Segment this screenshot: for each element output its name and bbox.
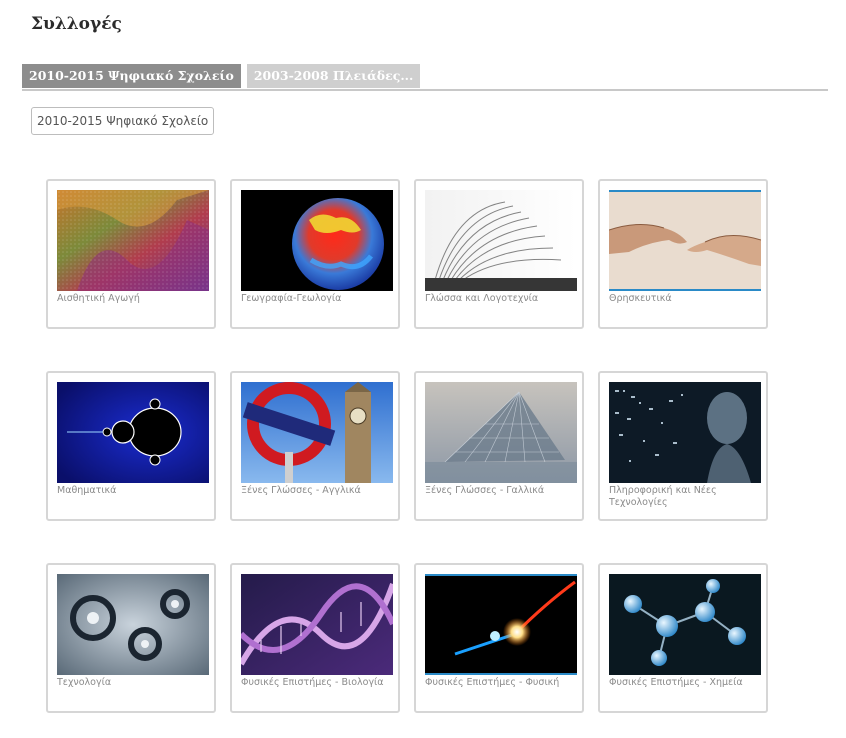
collection-card-technology[interactable]: Τεχνολογία: [46, 563, 216, 713]
collection-filter-button[interactable]: 2010-2015 Ψηφιακό Σχολείο: [31, 107, 215, 135]
collection-card-chemistry[interactable]: Φυσικές Επιστήμες - Χημεία: [598, 563, 768, 713]
abstract-painting-image: [57, 190, 209, 291]
louvre-pyramid-thumbnail[interactable]: [425, 382, 577, 483]
light-particle-image: [425, 574, 577, 675]
open-book-image: [425, 190, 577, 291]
page-title: Συλλογές: [31, 14, 122, 34]
dna-helix-image: [241, 574, 393, 675]
louvre-pyramid-image: [425, 382, 577, 483]
gears-thumbnail[interactable]: [57, 574, 209, 675]
underground-big-ben-image: [241, 382, 393, 483]
collection-label: Ξένες Γλώσσες - Αγγλικά: [241, 485, 361, 496]
creation-hands-thumbnail[interactable]: [609, 190, 761, 291]
collection-card-physics[interactable]: Φυσικές Επιστήμες - Φυσική: [414, 563, 584, 713]
mandelbrot-fractal-thumbnail[interactable]: [57, 382, 209, 483]
collection-label: Φυσικές Επιστήμες - Φυσική: [425, 677, 560, 688]
open-book-thumbnail[interactable]: [425, 190, 577, 291]
light-particle-thumbnail[interactable]: [425, 574, 577, 675]
collection-card-religion[interactable]: Θρησκευτικά: [598, 179, 768, 329]
molecules-image: [609, 574, 761, 675]
collection-card-language[interactable]: Γλώσσα και Λογοτεχνία: [414, 179, 584, 329]
molecules-thumbnail[interactable]: [609, 574, 761, 675]
abstract-painting-thumbnail[interactable]: [57, 190, 209, 291]
tab-2010-2015[interactable]: 2010-2015 Ψηφιακό Σχολείο: [22, 64, 241, 88]
collection-label: Φυσικές Επιστήμες - Βιολογία: [241, 677, 384, 688]
collection-card-informatics[interactable]: Πληροφορική και Νέες Τεχνολογίες: [598, 371, 768, 521]
collection-label: Θρησκευτικά: [609, 293, 672, 304]
collection-label: Τεχνολογία: [57, 677, 112, 688]
collection-label: Γλώσσα και Λογοτεχνία: [425, 293, 539, 304]
collection-label: Αισθητική Αγωγή: [57, 293, 140, 304]
collection-label: Μαθηματικά: [57, 485, 117, 496]
digital-human-thumbnail[interactable]: [609, 382, 761, 483]
gears-image: [57, 574, 209, 675]
collection-label: Γεωγραφία-Γεωλογία: [241, 293, 342, 304]
collection-card-english[interactable]: Ξένες Γλώσσες - Αγγλικά: [230, 371, 400, 521]
collection-tabs: 2010-2015 Ψηφιακό Σχολείο 2003-2008 Πλει…: [22, 64, 426, 88]
underground-big-ben-thumbnail[interactable]: [241, 382, 393, 483]
earth-globe-image: [241, 190, 393, 291]
collection-card-biology[interactable]: Φυσικές Επιστήμες - Βιολογία: [230, 563, 400, 713]
collection-card-math[interactable]: Μαθηματικά: [46, 371, 216, 521]
collection-label: Φυσικές Επιστήμες - Χημεία: [609, 677, 743, 688]
collection-card-french[interactable]: Ξένες Γλώσσες - Γαλλικά: [414, 371, 584, 521]
digital-human-image: [609, 382, 761, 483]
creation-hands-image: [609, 190, 761, 291]
collection-card-geography[interactable]: Γεωγραφία-Γεωλογία: [230, 179, 400, 329]
collection-card-aesthetic[interactable]: Αισθητική Αγωγή: [46, 179, 216, 329]
mandelbrot-fractal-image: [57, 382, 209, 483]
dna-helix-thumbnail[interactable]: [241, 574, 393, 675]
earth-globe-thumbnail[interactable]: [241, 190, 393, 291]
tab-underline: [22, 89, 828, 91]
collection-label: Πληροφορική και Νέες Τεχνολογίες: [609, 485, 717, 508]
collection-label: Ξένες Γλώσσες - Γαλλικά: [425, 485, 545, 496]
tab-2003-2008[interactable]: 2003-2008 Πλειάδες...: [246, 64, 421, 88]
